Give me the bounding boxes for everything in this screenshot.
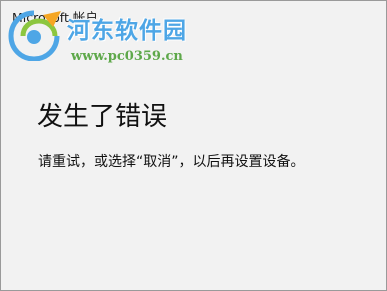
error-message: 请重试，或选择“取消”，以后再设置设备。 xyxy=(38,154,305,170)
microsoft-account-window: Microsoft 帐户 发生了错误 请重试，或选择“取消”，以后再设置设备。 … xyxy=(0,0,387,291)
error-content: 发生了错误 请重试，或选择“取消”，以后再设置设备。 xyxy=(1,1,386,290)
error-heading: 发生了错误 xyxy=(37,102,168,132)
